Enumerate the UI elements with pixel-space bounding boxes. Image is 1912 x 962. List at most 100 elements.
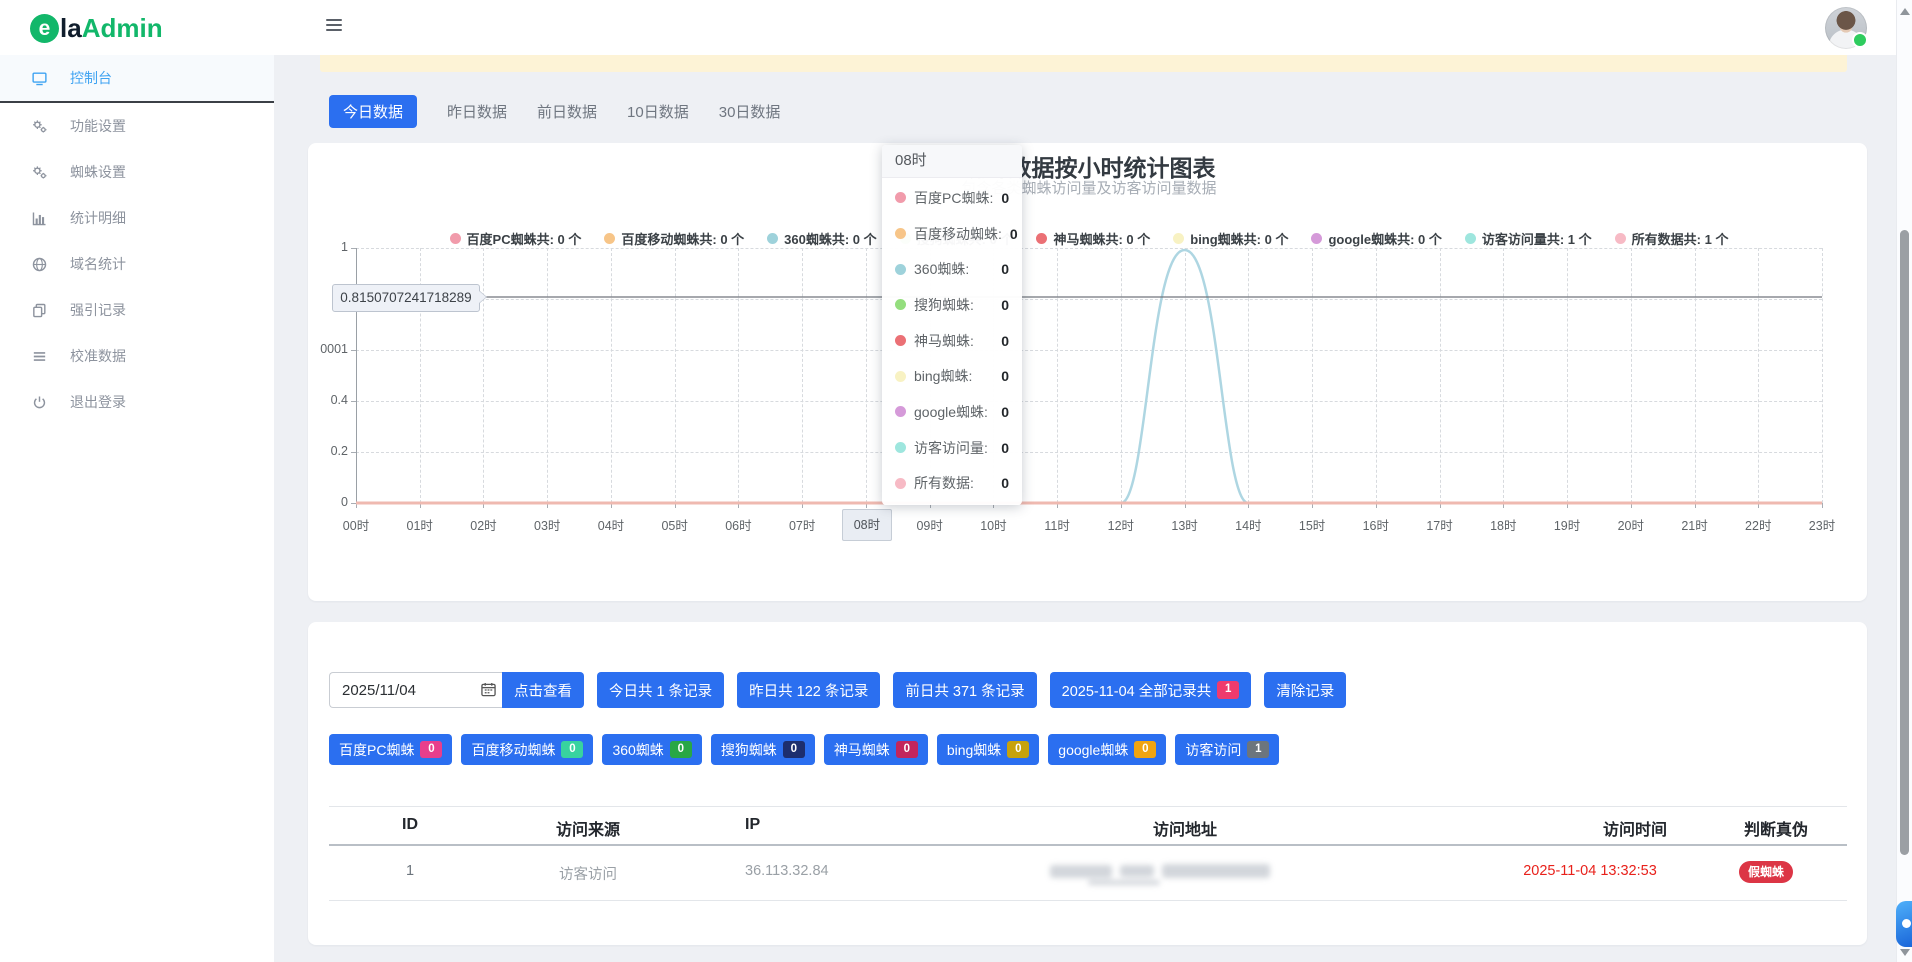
tooltip-series-label: 360蜘蛛:: [914, 259, 993, 279]
sidebar-item-menu-7[interactable]: 退出登录: [0, 379, 274, 425]
legend-item[interactable]: google蜘蛛共: 0 个: [1311, 229, 1441, 248]
tab-4[interactable]: 30日数据: [719, 101, 781, 122]
chart-series-lines: [356, 248, 1822, 507]
sidebar-item-dashboard[interactable]: 控制台: [0, 55, 274, 103]
legend-label: 访客访问量共: 1 个: [1482, 229, 1592, 248]
spider-button-label: 百度PC蜘蛛: [339, 740, 414, 760]
tooltip-series-value: 0: [1001, 475, 1009, 491]
x-axis-tick-label: 19时: [1535, 515, 1599, 534]
legend-label: bing蜘蛛共: 0 个: [1190, 229, 1288, 248]
sidebar-item-menu-5[interactable]: 强引记录: [0, 287, 274, 333]
table-header-cell: ID: [402, 816, 418, 834]
spider-button-label: 百度移动蜘蛛: [471, 740, 555, 760]
spider-count-badge: 0: [1007, 741, 1029, 759]
clear-records-button[interactable]: 清除记录: [1264, 672, 1346, 708]
date-input[interactable]: [329, 672, 502, 708]
legend-item[interactable]: 百度移动蜘蛛共: 0 个: [604, 229, 744, 248]
sidebar-item-menu-6[interactable]: 校准数据: [0, 333, 274, 379]
spider-count-badge: 0: [561, 741, 583, 759]
y-axis-tick-label: 0001: [308, 342, 348, 356]
sidebar-item-menu-2[interactable]: 蜘蛛设置: [0, 149, 274, 195]
record-button-label: 昨日共 122 条记录: [749, 680, 868, 701]
legend-dot: [767, 233, 778, 244]
legend-item[interactable]: 百度PC蜘蛛共: 0 个: [450, 229, 582, 248]
yesterday-records-button[interactable]: 昨日共 122 条记录: [737, 672, 880, 708]
calendar-icon[interactable]: [481, 682, 496, 697]
spider-filter-button-1[interactable]: 百度移动蜘蛛 0: [461, 734, 593, 765]
legend-dot: [450, 233, 461, 244]
list-icon: [31, 348, 48, 365]
scroll-down-arrow[interactable]: [1900, 949, 1910, 956]
floating-widget[interactable]: [1896, 901, 1912, 947]
tooltip-row: 所有数据:0: [882, 465, 1022, 501]
legend-item[interactable]: 所有数据共: 1 个: [1615, 229, 1729, 248]
x-axis-tick-label: 14时: [1216, 515, 1280, 534]
chart-legend: 百度PC蜘蛛共: 0 个百度移动蜘蛛共: 0 个360蜘蛛共: 0 个搜狗蜘蛛共…: [356, 229, 1822, 248]
tooltip-series-label: bing蜘蛛:: [914, 366, 993, 386]
y-axis-tick-label: 0.2: [308, 444, 348, 458]
tab-3[interactable]: 10日数据: [627, 101, 689, 122]
scrollbar-track[interactable]: [1896, 0, 1912, 962]
x-axis-tick-label: 12时: [1089, 515, 1153, 534]
x-axis-tick-label: 03时: [515, 515, 579, 534]
scroll-up-arrow[interactable]: [1900, 8, 1910, 15]
row-visit-time: 2025-11-04 13:32:53: [1523, 863, 1657, 879]
daybefore-records-button[interactable]: 前日共 371 条记录: [893, 672, 1036, 708]
spider-filter-button-5[interactable]: bing蜘蛛0: [937, 734, 1039, 765]
y-axis-tick-label: 0.4: [308, 393, 348, 407]
tooltip-series-label: 访客访问量:: [914, 438, 993, 458]
avatar[interactable]: [1825, 7, 1867, 49]
spider-filter-button-0[interactable]: 百度PC蜘蛛0: [329, 734, 452, 765]
tooltip-series-label: 百度移动蜘蛛:: [914, 224, 1002, 244]
table-divider: [329, 844, 1847, 846]
tooltip-series-dot: [895, 228, 906, 239]
tab-1[interactable]: 昨日数据: [447, 101, 507, 122]
spider-button-label: google蜘蛛: [1058, 740, 1128, 760]
all-records-button[interactable]: 2025-11-04 全部记录共1: [1050, 672, 1252, 708]
legend-dot: [1036, 233, 1047, 244]
power-icon: [31, 394, 48, 411]
app-logo[interactable]: elaAdmin: [30, 12, 163, 44]
top-header: elaAdmin: [0, 0, 1912, 55]
tooltip-series-value: 0: [1010, 226, 1018, 242]
x-axis-tick-label: 02时: [451, 515, 515, 534]
tab-0[interactable]: 今日数据: [329, 95, 417, 128]
legend-dot: [1311, 233, 1322, 244]
spider-filter-button-2[interactable]: 360蜘蛛0: [602, 734, 701, 765]
sidebar-item-label: 域名统计: [70, 254, 126, 274]
spider-count-badge: 0: [1134, 741, 1156, 759]
sidebar-item-menu-1[interactable]: 功能设置: [0, 103, 274, 149]
x-axis-tick-label: 00时: [324, 515, 388, 534]
records-card: 点击查看 今日共 1 条记录 昨日共 122 条记录 前日共 371 条记录 2025…: [308, 622, 1867, 945]
legend-item[interactable]: 360蜘蛛共: 0 个: [767, 229, 876, 248]
row-verdict: 假蜘蛛: [1739, 863, 1793, 880]
x-axis-tick-label: 08时: [842, 509, 892, 541]
logo-text: la: [60, 13, 82, 44]
legend-label: 百度移动蜘蛛共: 0 个: [621, 229, 744, 248]
today-records-button[interactable]: 今日共 1 条记录: [597, 672, 724, 708]
tab-2[interactable]: 前日数据: [537, 101, 597, 122]
x-axis-tick-label: 05时: [643, 515, 707, 534]
sidebar-item-menu-3[interactable]: 统计明细: [0, 195, 274, 241]
legend-dot: [1465, 233, 1476, 244]
legend-item[interactable]: bing蜘蛛共: 0 个: [1173, 229, 1288, 248]
legend-item[interactable]: 神马蜘蛛共: 0 个: [1036, 229, 1150, 248]
records-toolbar: 点击查看 今日共 1 条记录 昨日共 122 条记录 前日共 371 条记录 2025…: [329, 672, 1346, 708]
scrollbar-thumb[interactable]: [1900, 230, 1909, 855]
tooltip-series-value: 0: [1001, 297, 1009, 313]
sidebar-item-menu-4[interactable]: 域名统计: [0, 241, 274, 287]
chart-canvas[interactable]: [356, 248, 1822, 503]
spider-filter-button-7[interactable]: 访客访问1: [1175, 734, 1279, 765]
tooltip-row: 360蜘蛛:0: [882, 251, 1022, 287]
tooltip-row: 访客访问量:0: [882, 430, 1022, 466]
desktop-icon: [31, 70, 48, 87]
record-button-label: 2025-11-04 全部记录共: [1062, 680, 1212, 701]
menu-toggle-icon[interactable]: [326, 19, 342, 33]
legend-label: 百度PC蜘蛛共: 0 个: [467, 229, 582, 248]
view-button[interactable]: 点击查看: [502, 672, 584, 708]
spider-filter-button-4[interactable]: 神马蜘蛛0: [824, 734, 928, 765]
x-axis-tick-label: 07时: [770, 515, 834, 534]
spider-filter-button-3[interactable]: 搜狗蜘蛛0: [711, 734, 815, 765]
legend-item[interactable]: 访客访问量共: 1 个: [1465, 229, 1592, 248]
spider-filter-button-6[interactable]: google蜘蛛 0: [1048, 734, 1166, 765]
